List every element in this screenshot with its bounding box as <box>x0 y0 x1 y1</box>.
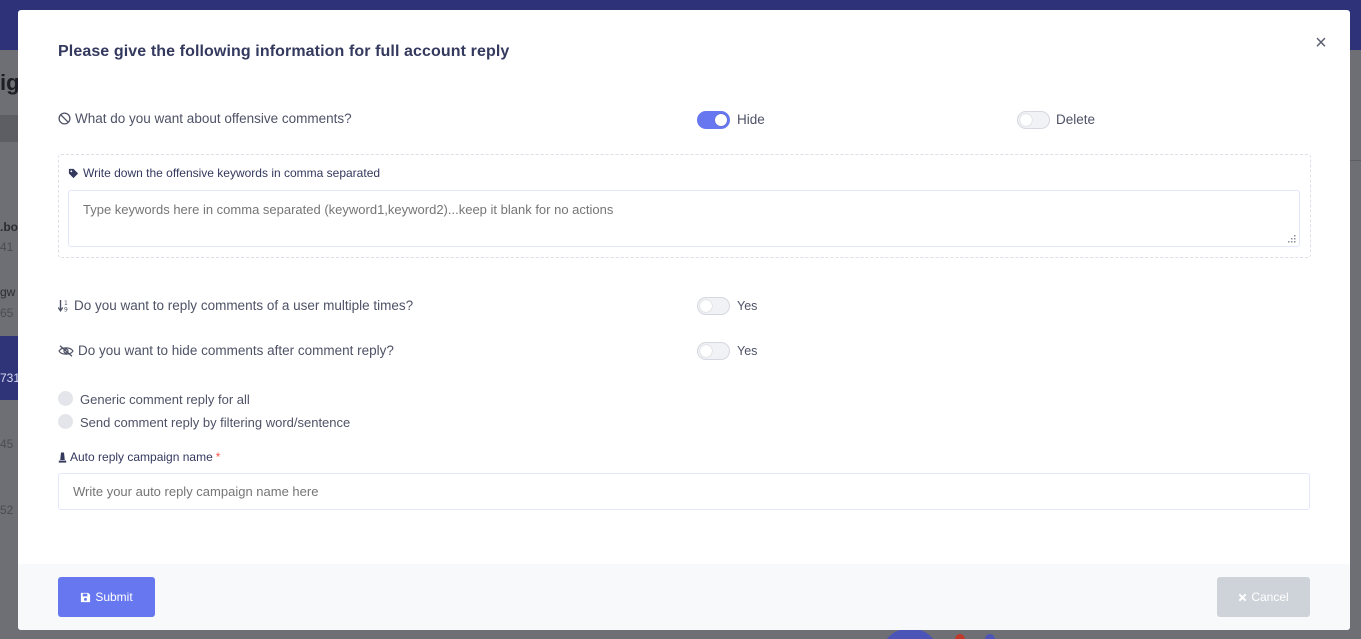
toggle-knob <box>715 114 727 126</box>
hide-after-reply-toggle-label: Yes <box>737 344 758 358</box>
background-text: 45 <box>0 437 14 451</box>
keywords-textarea[interactable] <box>68 190 1300 247</box>
background-text: 65 <box>0 306 14 320</box>
toggle-knob <box>700 345 712 357</box>
offensive-question: What do you want about offensive comment… <box>58 111 352 126</box>
background-dot <box>955 634 965 639</box>
submit-button-label: Submit <box>95 590 133 604</box>
generic-reply-radio[interactable] <box>58 391 73 406</box>
submit-button[interactable]: Submit <box>58 577 155 617</box>
background-text: gw <box>0 285 16 299</box>
delete-toggle-label: Delete <box>1056 112 1096 127</box>
required-mark: * <box>215 450 221 464</box>
generic-reply-label[interactable]: Generic comment reply for all <box>80 392 250 407</box>
full-account-reply-modal: Please give the following information fo… <box>18 10 1350 630</box>
background-dot <box>985 634 995 639</box>
multiple-reply-question: 19 Do you want to reply comments of a us… <box>58 298 413 313</box>
multiple-reply-toggle-label: Yes <box>737 299 758 313</box>
modal-title: Please give the following information fo… <box>58 43 510 60</box>
close-button[interactable]: × <box>1312 32 1330 54</box>
multiple-reply-question-text: Do you want to reply comments of a user … <box>74 298 414 313</box>
resize-grip-icon[interactable] <box>1287 234 1297 244</box>
monument-icon <box>58 452 67 463</box>
background-active-row <box>0 336 18 400</box>
toggle-knob <box>700 300 712 312</box>
sort-numeric-icon: 19 <box>58 300 68 313</box>
times-icon <box>1238 593 1247 601</box>
cancel-button-label: Cancel <box>1251 590 1289 604</box>
background-text: .bo <box>0 220 18 234</box>
hide-after-reply-toggle[interactable] <box>697 342 730 360</box>
background-divider <box>1350 160 1361 161</box>
offensive-question-text: What do you want about offensive comment… <box>75 111 352 126</box>
save-icon <box>81 592 91 602</box>
cancel-button[interactable]: Cancel <box>1217 577 1310 617</box>
multiple-reply-toggle[interactable] <box>697 297 730 315</box>
svg-text:9: 9 <box>64 307 68 313</box>
hide-toggle[interactable] <box>697 111 730 129</box>
delete-toggle[interactable] <box>1017 111 1050 129</box>
ban-icon <box>58 112 71 125</box>
campaign-name-input[interactable] <box>58 473 1310 510</box>
background-text: ig <box>0 70 20 95</box>
tag-icon <box>68 168 79 178</box>
campaign-name-label: Auto reply campaign name * <box>58 450 220 464</box>
modal-footer: Submit Cancel <box>18 564 1350 630</box>
keywords-label: Write down the offensive keywords in com… <box>68 166 380 180</box>
eye-slash-icon <box>58 344 74 357</box>
filter-reply-radio[interactable] <box>58 414 73 429</box>
campaign-name-label-text: Auto reply campaign name <box>70 450 213 464</box>
hide-toggle-label: Hide <box>737 112 765 127</box>
background-text: 52 <box>0 503 14 517</box>
background-strip <box>0 115 18 142</box>
toggle-knob <box>1020 114 1032 126</box>
filter-reply-label[interactable]: Send comment reply by filtering word/sen… <box>80 415 350 430</box>
hide-after-reply-question-text: Do you want to hide comments after comme… <box>78 343 394 358</box>
hide-after-reply-question: Do you want to hide comments after comme… <box>58 343 394 358</box>
keywords-label-text: Write down the offensive keywords in com… <box>83 166 381 180</box>
background-text: 41 <box>0 240 14 254</box>
